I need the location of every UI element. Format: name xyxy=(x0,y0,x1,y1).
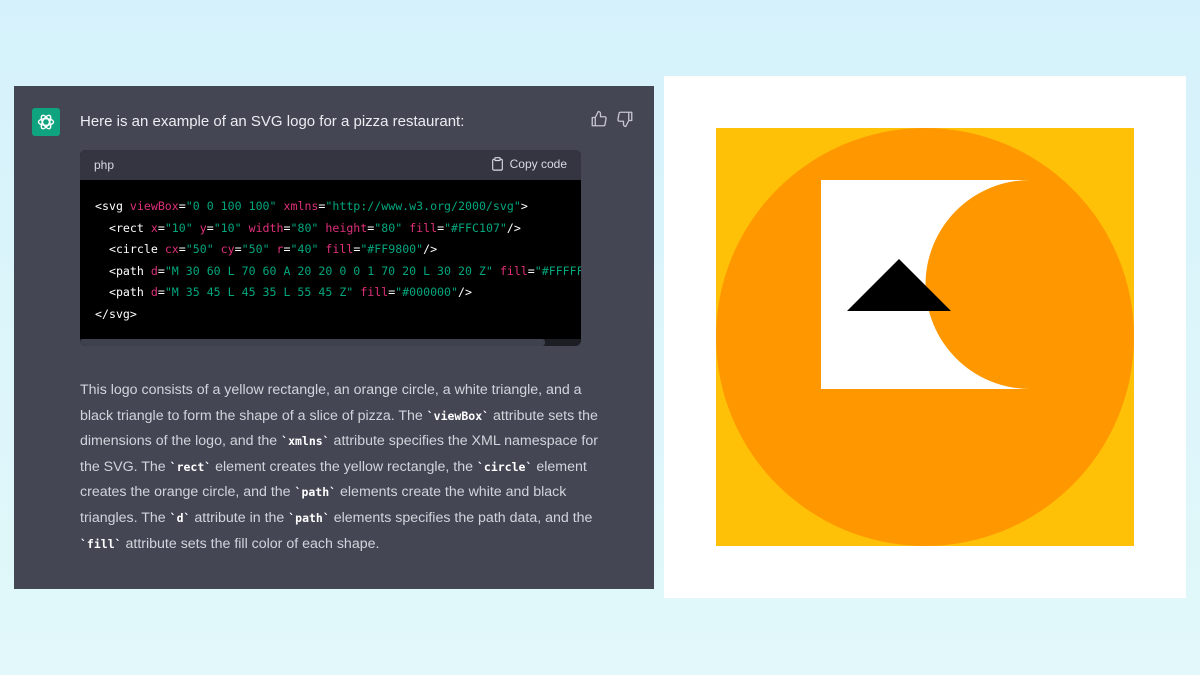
code-token: "http://www.w3.org/2000/svg" xyxy=(325,199,521,213)
explanation-text: element creates the yellow rectangle, th… xyxy=(211,458,477,475)
code-token: r xyxy=(276,242,284,257)
code-block-header: php Copy code xyxy=(80,150,581,180)
code-line: <path d="M 30 60 L 70 60 A 20 20 0 0 1 7… xyxy=(95,261,581,283)
code-content[interactable]: <svg viewBox="0 0 100 100" xmlns="http:/… xyxy=(80,180,581,338)
code-token: "50" xyxy=(241,242,270,257)
code-token: "M 35 45 L 45 35 L 55 45 Z" xyxy=(164,285,354,300)
code-token: viewBox xyxy=(129,199,179,213)
code-token: "#FFFFFF" xyxy=(534,263,581,278)
thumbs-up-button[interactable] xyxy=(590,110,608,128)
inline-code: `rect` xyxy=(169,459,212,474)
code-token: fill xyxy=(360,285,389,300)
code-line: </svg> xyxy=(95,304,581,326)
code-token: cx xyxy=(164,242,179,257)
code-language-label: php xyxy=(94,158,115,172)
thumbs-down-icon xyxy=(617,111,633,128)
code-line: <svg viewBox="0 0 100 100" xmlns="http:/… xyxy=(95,196,581,218)
inline-code: `xmlns` xyxy=(281,434,330,449)
copy-code-label: Copy code xyxy=(509,157,567,171)
inline-code: `viewBox` xyxy=(426,408,490,423)
code-token: "0 0 100 100" xyxy=(185,199,277,213)
code-token: = xyxy=(206,220,214,235)
code-token: xmlns xyxy=(283,199,319,213)
code-token: "10" xyxy=(164,220,193,235)
code-token: <rect xyxy=(95,220,151,235)
code-block: php Copy code <svg viewBox="0 0 100 100"… xyxy=(80,150,581,346)
code-token: <path xyxy=(95,263,151,278)
code-line: <path d="M 35 45 L 45 35 L 55 45 Z" fill… xyxy=(95,282,581,304)
code-token: fill xyxy=(325,242,354,257)
code-token: cy xyxy=(220,242,235,257)
code-scrollbar-thumb[interactable] xyxy=(80,339,545,346)
code-token: d xyxy=(150,285,158,300)
explanation-paragraph: This logo consists of a yellow rectangle… xyxy=(80,378,600,557)
code-token: /> xyxy=(506,220,521,235)
code-token: d xyxy=(150,263,158,278)
code-token: "10" xyxy=(213,220,242,235)
code-line: <circle cx="50" cy="50" r="40" fill="#FF… xyxy=(95,239,581,261)
code-line: <rect x="10" y="10" width="80" height="8… xyxy=(95,218,581,240)
code-token: y xyxy=(199,220,207,235)
inline-code: `circle` xyxy=(476,459,533,474)
code-token: fill xyxy=(499,263,528,278)
code-token: = xyxy=(157,285,165,300)
pizza-logo-svg xyxy=(716,128,1134,546)
code-token: = xyxy=(157,263,165,278)
code-token: "#FF9800" xyxy=(360,242,424,257)
code-token: "80" xyxy=(374,220,403,235)
code-token: "M 30 60 L 70 60 A 20 20 0 0 1 70 20 L 3… xyxy=(164,263,493,278)
inline-code: `path` xyxy=(288,510,330,525)
pizza-logo-preview xyxy=(664,76,1186,598)
code-token: /> xyxy=(458,285,472,300)
code-token: "#000000" xyxy=(395,285,458,300)
copy-code-button[interactable]: Copy code xyxy=(491,157,567,171)
code-token: /> xyxy=(423,242,438,257)
code-token: "#FFC107" xyxy=(444,220,507,235)
code-token: <svg xyxy=(95,199,130,213)
code-token: > xyxy=(520,199,528,213)
code-token: = xyxy=(178,199,186,213)
explanation-text: attribute sets the fill color of each sh… xyxy=(121,535,380,552)
inline-code: `fill` xyxy=(80,536,122,551)
code-token: <circle xyxy=(95,242,165,257)
thumbs-up-icon xyxy=(591,110,607,127)
code-token: = xyxy=(157,220,165,235)
code-token: <path xyxy=(95,285,151,300)
code-token: "40" xyxy=(290,242,319,257)
code-token: = xyxy=(178,242,186,257)
assistant-intro-text: Here is an example of an SVG logo for a … xyxy=(80,113,465,130)
code-token: = xyxy=(527,263,535,278)
explanation-text: attribute in the xyxy=(190,509,289,526)
code-token: "80" xyxy=(290,220,319,235)
code-token: height xyxy=(325,220,368,235)
clipboard-icon xyxy=(491,157,503,171)
code-token: "50" xyxy=(185,242,214,257)
explanation-text: elements specifies the path data, and th… xyxy=(329,509,593,526)
code-token: width xyxy=(248,220,284,235)
code-token: = xyxy=(234,242,242,257)
code-token: x xyxy=(150,220,158,235)
code-token: = xyxy=(283,242,291,257)
code-token: fill xyxy=(409,220,438,235)
openai-logo-icon xyxy=(37,114,55,130)
inline-code: `path` xyxy=(294,485,337,500)
inline-code: `d` xyxy=(169,510,191,525)
code-scrollbar-track[interactable] xyxy=(80,339,581,346)
code-token: </svg> xyxy=(95,306,137,321)
thumbs-down-button[interactable] xyxy=(616,110,634,128)
chat-message-panel: Here is an example of an SVG logo for a … xyxy=(14,86,654,589)
assistant-avatar xyxy=(32,108,60,136)
